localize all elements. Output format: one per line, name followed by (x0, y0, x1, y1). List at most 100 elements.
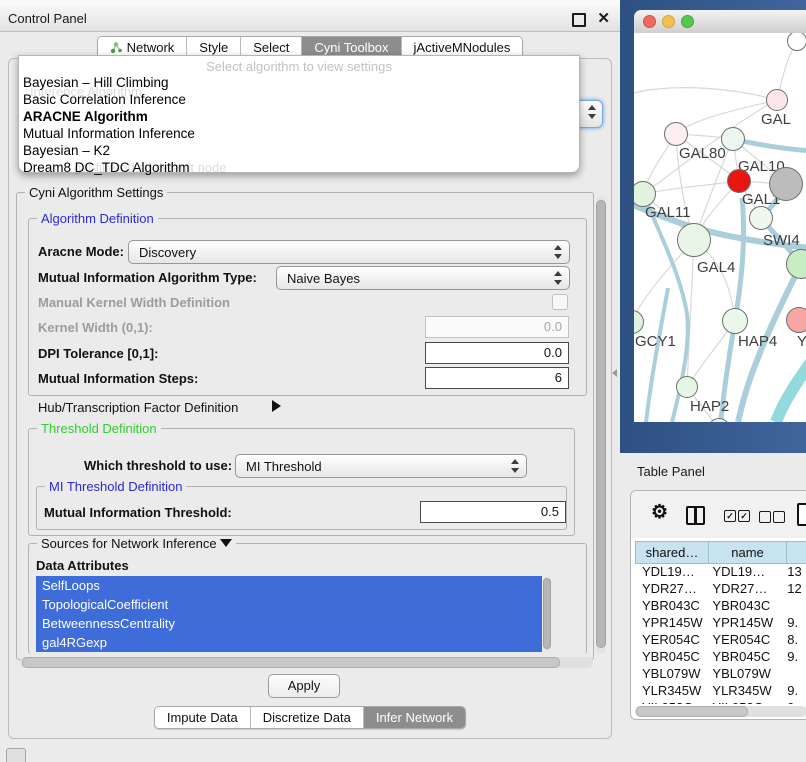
table-cell: YIL052C (635, 699, 705, 704)
table-row[interactable]: YBL079WYBL079W (635, 665, 806, 682)
hub-definition-toggle[interactable]: Hub/Transcription Factor Definition (38, 400, 238, 415)
bottom-tab-bar: Impute Data Discretize Data Infer Network (0, 706, 620, 729)
gal80-node[interactable] (664, 122, 688, 146)
bottom-tab-label: Discretize Data (263, 710, 351, 725)
dpi-tolerance-field[interactable]: 0.0 (425, 342, 569, 364)
gal4-label: GAL4 (697, 259, 735, 276)
table-row[interactable]: YDL19…YDL19…13 (635, 563, 806, 580)
table-cell: YBR043C (705, 597, 780, 614)
table-row[interactable]: YBR045CYBR045C9. (635, 648, 806, 665)
minimize-traffic-light[interactable] (662, 15, 675, 28)
data-attribute-item[interactable]: TopologicalCoefficient (36, 595, 542, 614)
table-cell (780, 665, 806, 682)
data-attribute-item[interactable]: BetweennessCentrality (36, 614, 542, 633)
tab-label: Style (199, 40, 228, 55)
document-icon[interactable] (797, 503, 806, 526)
attributes-scrollbar[interactable] (543, 577, 551, 651)
tab-label: Network (127, 40, 175, 55)
table-cell: YPR145W (705, 614, 780, 631)
hap4-node[interactable] (722, 308, 748, 334)
which-threshold-select[interactable]: MI Threshold (235, 454, 527, 478)
network-view[interactable]: GALGAL80GAL10GAL1GAL11SWI4GAL4GCY1HAP4YH… (634, 33, 806, 422)
close-icon[interactable]: ✕ (597, 9, 610, 27)
background-combo-stepper[interactable] (578, 100, 603, 128)
columns-icon[interactable] (686, 506, 705, 525)
which-threshold-label: Which threshold to use: (84, 458, 232, 473)
aracne-mode-value: Discovery (139, 245, 196, 260)
bottom-left-button[interactable] (6, 748, 26, 762)
manual-kernel-checkbox[interactable] (552, 294, 568, 310)
network-window-titlebar[interactable] (634, 10, 806, 34)
bottom-tab-impute-data[interactable]: Impute Data (155, 707, 251, 728)
column-header[interactable]: shared… (635, 541, 709, 564)
data-attribute-item[interactable]: SelfLoops (36, 576, 542, 595)
mi-threshold-title: MI Threshold Definition (45, 479, 186, 494)
gal-partial-node[interactable] (766, 89, 788, 111)
column-header[interactable]: name (708, 541, 787, 564)
table-hscrollbar[interactable] (635, 706, 806, 717)
gray-hub-node[interactable] (769, 167, 803, 201)
kernel-width-field[interactable]: 0.0 (425, 316, 569, 338)
bottom-tab-label: Infer Network (376, 710, 453, 725)
mi-type-select[interactable]: Naive Bayes (276, 266, 570, 290)
checked-checkbox-icon[interactable]: ✓ (738, 510, 750, 522)
salmon-right-node[interactable] (786, 307, 806, 333)
table-cell: YBR045C (635, 648, 705, 665)
algorithm-option[interactable]: Mutual Information Inference (19, 125, 579, 142)
table-cell: YDR27… (705, 580, 780, 597)
ghost-inference-algorithm: Inference Algorithm (30, 84, 142, 99)
table-panel-title: Table Panel (637, 464, 705, 479)
aracne-mode-select[interactable]: Discovery (128, 240, 570, 264)
column-header[interactable] (786, 541, 806, 564)
table-cell: YBL079W (635, 665, 705, 682)
gal11-label: GAL11 (645, 204, 691, 221)
stepper-icon (554, 245, 562, 259)
table-row[interactable]: YIL052CYIL052C9 (635, 699, 806, 704)
mi-steps-field[interactable]: 6 (425, 367, 569, 389)
gal4-node[interactable] (677, 223, 711, 257)
mi-threshold-field[interactable]: 0.5 (420, 501, 566, 523)
table-header-row: shared…name (635, 541, 806, 564)
algorithm-option[interactable]: ARACNE Algorithm (19, 108, 579, 125)
collapse-arrow-icon[interactable] (220, 539, 232, 547)
table-cell: YDL19… (635, 563, 705, 580)
panel-resize-handle[interactable] (612, 369, 617, 377)
manual-kernel-label: Manual Kernel Width Definition (38, 295, 230, 310)
algorithm-option[interactable]: Bayesian – K2 (19, 142, 579, 159)
table-row[interactable]: YBR043CYBR043C (635, 597, 806, 614)
gal80-label: GAL80 (679, 145, 726, 162)
table-row[interactable]: YPR145WYPR145W9. (635, 614, 806, 631)
table-row[interactable]: YDR27…YDR27…12 (635, 580, 806, 597)
gear-icon[interactable]: ⚙ (651, 501, 668, 524)
table-cell: YBL079W (705, 665, 780, 682)
dropdown-prompt: Select algorithm to view settings (19, 56, 579, 74)
table-row[interactable]: YER054CYER054C8. (635, 631, 806, 648)
unnamed-top-node[interactable] (787, 33, 806, 51)
salmon-right-label: Y (797, 333, 806, 350)
table-cell: YDR27… (635, 580, 705, 597)
expand-arrow-icon[interactable] (272, 400, 281, 412)
data-attribute-item[interactable]: gal4RGexp (36, 633, 542, 652)
unchecked-checkbox-icon[interactable] (773, 511, 785, 523)
gal10-node[interactable] (721, 127, 745, 151)
table-cell: 13 (780, 563, 806, 580)
zoom-traffic-light[interactable] (681, 15, 694, 28)
table-panel: ⚙ ✓ ✓ shared…name YDL19…YDL19…13YDR27…YD… (630, 490, 806, 720)
bottom-tab-discretize-data[interactable]: Discretize Data (251, 707, 364, 728)
table-cell: 9. (780, 614, 806, 631)
table-toolbar: ⚙ ✓ ✓ (631, 491, 806, 538)
swi4-label: SWI4 (763, 232, 800, 249)
apply-button[interactable]: Apply (268, 674, 340, 698)
settings-scrollbar[interactable] (596, 196, 606, 654)
close-traffic-light[interactable] (643, 15, 656, 28)
swi4-node[interactable] (749, 206, 773, 230)
settings-hscrollbar[interactable] (20, 657, 593, 668)
table-row[interactable]: YLR345WYLR345W9. (635, 682, 806, 699)
gal1-node[interactable] (727, 169, 751, 193)
unchecked-checkbox-icon[interactable] (759, 511, 771, 523)
checked-checkbox-icon[interactable]: ✓ (724, 510, 736, 522)
table-cell: 9 (780, 699, 806, 704)
hap2-node[interactable] (676, 376, 698, 398)
bottom-tab-infer-network[interactable]: Infer Network (364, 707, 465, 728)
float-icon[interactable] (572, 13, 586, 27)
